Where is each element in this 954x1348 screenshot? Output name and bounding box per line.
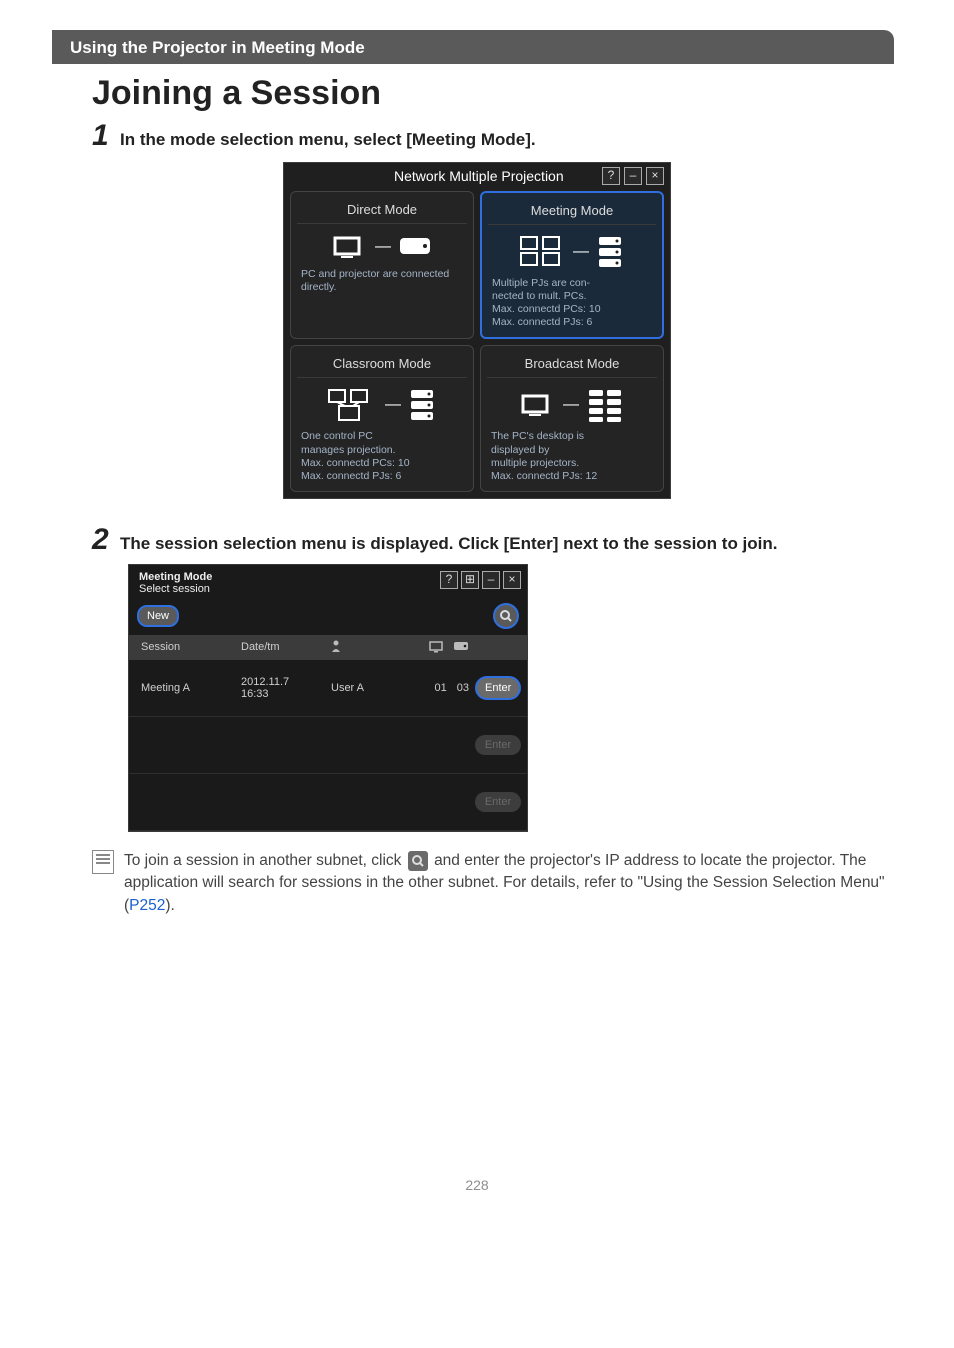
help-button[interactable]: ? xyxy=(440,571,458,589)
close-button[interactable]: × xyxy=(503,571,521,589)
subnet-search-button[interactable] xyxy=(493,603,519,629)
minimize-button[interactable]: – xyxy=(624,167,642,185)
step-1: 1 In the mode selection menu, select [Me… xyxy=(92,121,894,152)
user-icon xyxy=(331,640,341,652)
section-title: Using the Projector in Meeting Mode xyxy=(70,38,365,57)
mode-direct-icon: — xyxy=(297,224,467,268)
mode-broadcast-icon: — xyxy=(487,378,657,430)
mode-card-meeting[interactable]: Meeting Mode — Multiple PJs a xyxy=(480,191,664,340)
note-icon xyxy=(92,850,114,874)
note-link[interactable]: P252 xyxy=(129,897,165,914)
session-datetime: 2012.11.7 16:33 xyxy=(241,676,331,700)
mode-card-classroom[interactable]: Classroom Mode — xyxy=(290,345,474,492)
session-row-empty: Enter xyxy=(129,717,527,774)
help-button[interactable]: ? xyxy=(602,167,620,185)
mode-direct-desc: PC and projector are connected directly. xyxy=(297,268,467,294)
sess-title-block: Meeting Mode Select session xyxy=(139,571,212,595)
mode-broadcast-title: Broadcast Mode xyxy=(487,352,657,378)
step-1-text: In the mode selection menu, select [Meet… xyxy=(120,123,536,152)
step-1-number: 1 xyxy=(92,121,120,151)
mode-meeting-desc: Multiple PJs are con- nected to mult. PC… xyxy=(488,277,656,330)
page-heading-text: Joining a Session xyxy=(92,74,381,112)
session-table-header: Session Date/tm xyxy=(129,635,527,660)
step-2: 2 The session selection menu is displaye… xyxy=(92,525,894,556)
session-selection-window: Meeting Mode Select session ? ⊞ – × New … xyxy=(128,564,528,832)
session-row-empty: Enter xyxy=(129,774,527,831)
col-datetime: Date/tm xyxy=(241,641,331,653)
note-end: ). xyxy=(165,897,174,914)
mode-classroom-title: Classroom Mode xyxy=(297,352,467,378)
enter-button[interactable]: Enter xyxy=(475,676,521,700)
dash-icon: — xyxy=(375,238,391,256)
mode-broadcast-desc: The PC's desktop is displayed by multipl… xyxy=(487,430,657,483)
mode-meeting-icon: — xyxy=(488,225,656,277)
pj-count: 03 xyxy=(457,682,469,694)
step-2-text: The session selection menu is displayed.… xyxy=(120,527,778,556)
sess-title-line1: Meeting Mode xyxy=(139,571,212,583)
sess-window-buttons: ? ⊞ – × xyxy=(440,571,521,595)
mode-grid: Direct Mode — PC and projector are conne… xyxy=(284,187,670,498)
grid-button[interactable]: ⊞ xyxy=(461,571,479,589)
note-text: To join a session in another subnet, cli… xyxy=(124,850,894,917)
page-number: 228 xyxy=(0,1177,954,1193)
magnifier-icon xyxy=(500,610,512,622)
pc-count: 01 xyxy=(435,682,447,694)
session-date: 2012.11.7 xyxy=(241,676,331,688)
close-button[interactable]: × xyxy=(646,167,664,185)
dash-icon: — xyxy=(563,396,579,414)
note-block: To join a session in another subnet, cli… xyxy=(92,850,894,917)
nmp-titlebar: Network Multiple Projection ? – × xyxy=(284,163,670,187)
sess-toolbar: New xyxy=(129,599,527,635)
section-header: Using the Projector in Meeting Mode xyxy=(52,30,894,64)
enter-button-disabled: Enter xyxy=(475,792,521,812)
enter-button-disabled: Enter xyxy=(475,735,521,755)
col-device-icons xyxy=(401,641,475,653)
col-user-icon xyxy=(331,640,401,655)
session-name: Meeting A xyxy=(141,682,241,694)
page-heading: Joining a Session xyxy=(92,74,954,113)
projector-icon xyxy=(453,641,469,651)
step-2-number: 2 xyxy=(92,525,120,555)
col-session: Session xyxy=(141,641,241,653)
mode-direct-title: Direct Mode xyxy=(297,198,467,224)
monitor-icon xyxy=(429,641,443,653)
magnifier-icon xyxy=(408,851,428,871)
mode-classroom-desc: One control PC manages projection. Max. … xyxy=(297,430,467,483)
minimize-button[interactable]: – xyxy=(482,571,500,589)
session-time: 16:33 xyxy=(241,688,331,700)
session-counts: 01 03 xyxy=(401,682,475,694)
session-row: Meeting A 2012.11.7 16:33 User A 01 03 E… xyxy=(129,660,527,717)
mode-selection-window: Network Multiple Projection ? – × Direct… xyxy=(283,162,671,499)
sess-title-line2: Select session xyxy=(139,583,212,595)
session-user: User A xyxy=(331,682,401,694)
mode-meeting-title: Meeting Mode xyxy=(488,199,656,225)
mode-classroom-icon: — xyxy=(297,378,467,430)
dash-icon: — xyxy=(385,396,401,414)
note-before: To join a session in another subnet, cli… xyxy=(124,852,406,869)
nmp-window-buttons: ? – × xyxy=(602,167,664,185)
mode-card-direct[interactable]: Direct Mode — PC and projector are conne… xyxy=(290,191,474,340)
dash-icon: — xyxy=(573,243,589,261)
mode-card-broadcast[interactable]: Broadcast Mode — The PC's d xyxy=(480,345,664,492)
nmp-title: Network Multiple Projection xyxy=(394,168,564,184)
new-session-button[interactable]: New xyxy=(137,605,179,627)
sess-titlebar: Meeting Mode Select session ? ⊞ – × xyxy=(129,565,527,599)
